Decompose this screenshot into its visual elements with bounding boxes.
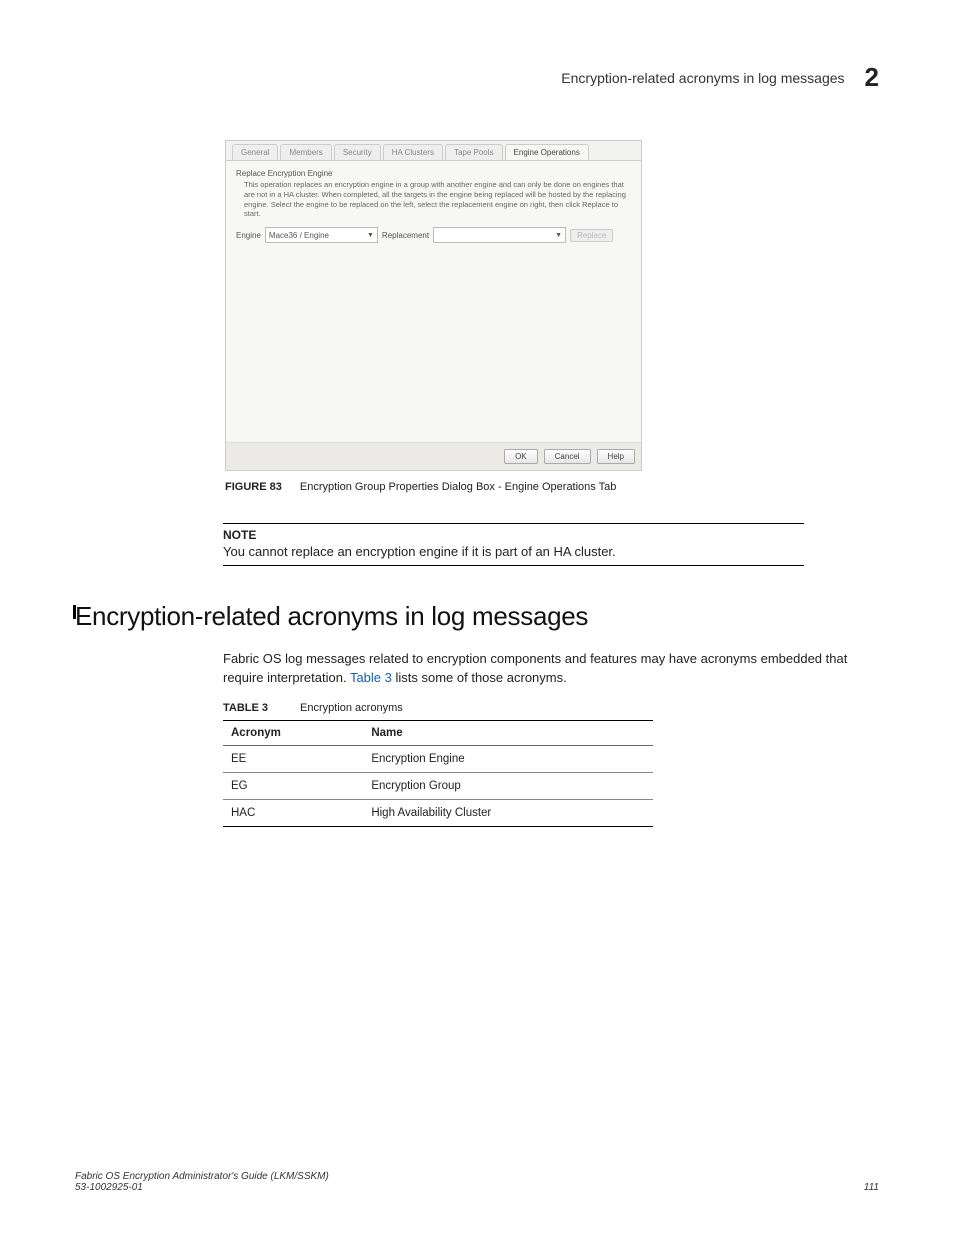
- body-text-2: lists some of those acronyms.: [392, 670, 567, 685]
- empty-panel-area: [236, 249, 631, 434]
- tab-ha-clusters[interactable]: HA Clusters: [383, 144, 443, 160]
- tab-security[interactable]: Security: [334, 144, 381, 160]
- body-paragraph: Fabric OS log messages related to encryp…: [223, 650, 879, 688]
- footer-left: Fabric OS Encryption Administrator's Gui…: [75, 1171, 329, 1193]
- cell-acronym: EE: [223, 745, 363, 772]
- tab-general[interactable]: General: [232, 144, 278, 160]
- tab-strip: General Members Security HA Clusters Tap…: [226, 141, 641, 161]
- footer-doc-number: 53-1002925-01: [75, 1182, 329, 1193]
- footer-page-number: 111: [864, 1182, 879, 1193]
- table-row: EG Encryption Group: [223, 772, 653, 799]
- note-block: NOTE You cannot replace an encryption en…: [223, 523, 804, 566]
- footer-doc-title: Fabric OS Encryption Administrator's Gui…: [75, 1171, 329, 1182]
- panel-description: This operation replaces an encryption en…: [236, 180, 631, 219]
- table-label: TABLE 3: [223, 702, 268, 714]
- dialog-box: General Members Security HA Clusters Tap…: [225, 140, 642, 471]
- tab-tape-pools[interactable]: Tape Pools: [445, 144, 503, 160]
- figure-caption: FIGURE 83 Encryption Group Properties Dia…: [225, 481, 879, 493]
- chapter-number: 2: [865, 62, 879, 93]
- table-row: EE Encryption Engine: [223, 745, 653, 772]
- cell-acronym: EG: [223, 772, 363, 799]
- cancel-button[interactable]: Cancel: [544, 449, 591, 464]
- engine-row: Engine Mace36 / Engine ▼ Replacement ▼ R…: [236, 227, 631, 243]
- acronym-table: Acronym Name EE Encryption Engine EG Enc…: [223, 720, 653, 827]
- cell-name: Encryption Group: [363, 772, 653, 799]
- panel-body: Replace Encryption Engine This operation…: [226, 161, 641, 442]
- page-footer: Fabric OS Encryption Administrator's Gui…: [75, 1171, 879, 1193]
- table-header-row: Acronym Name: [223, 720, 653, 745]
- th-acronym: Acronym: [223, 720, 363, 745]
- th-name: Name: [363, 720, 653, 745]
- note-text: You cannot replace an encryption engine …: [223, 544, 804, 559]
- table-caption-text: Encryption acronyms: [300, 702, 403, 714]
- engine-dropdown-value: Mace36 / Engine: [269, 231, 329, 240]
- table-row: HAC High Availability Cluster: [223, 799, 653, 826]
- header-section-title: Encryption-related acronyms in log messa…: [561, 70, 844, 86]
- change-bar-icon: [73, 605, 76, 619]
- note-label: NOTE: [223, 528, 804, 542]
- panel-title: Replace Encryption Engine: [236, 169, 631, 178]
- chevron-down-icon: ▼: [367, 232, 374, 239]
- cell-name: Encryption Engine: [363, 745, 653, 772]
- page-header: Encryption-related acronyms in log messa…: [561, 62, 879, 93]
- replace-button[interactable]: Replace: [570, 229, 613, 242]
- tab-members[interactable]: Members: [280, 144, 331, 160]
- table-caption: TABLE 3 Encryption acronyms: [223, 702, 653, 714]
- cell-name: High Availability Cluster: [363, 799, 653, 826]
- ok-button[interactable]: OK: [504, 449, 538, 464]
- table-cross-reference-link[interactable]: Table 3: [350, 670, 392, 685]
- engine-label: Engine: [236, 231, 261, 240]
- figure-label: FIGURE 83: [225, 481, 282, 493]
- section-heading: Encryption-related acronyms in log messa…: [75, 601, 879, 632]
- cell-acronym: HAC: [223, 799, 363, 826]
- screenshot-figure: General Members Security HA Clusters Tap…: [225, 140, 879, 471]
- acronym-table-wrap: TABLE 3 Encryption acronyms Acronym Name …: [223, 702, 653, 827]
- replacement-dropdown[interactable]: ▼: [433, 227, 566, 243]
- replacement-label: Replacement: [382, 231, 429, 240]
- help-button[interactable]: Help: [597, 449, 635, 464]
- engine-dropdown[interactable]: Mace36 / Engine ▼: [265, 227, 378, 243]
- chevron-down-icon: ▼: [555, 232, 562, 239]
- figure-caption-text: Encryption Group Properties Dialog Box -…: [300, 481, 617, 493]
- dialog-button-bar: OK Cancel Help: [226, 442, 641, 470]
- tab-engine-operations[interactable]: Engine Operations: [505, 144, 589, 160]
